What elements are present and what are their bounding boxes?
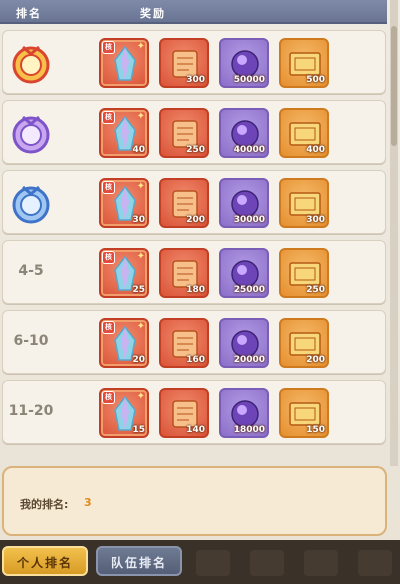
reward-item-ticket[interactable]: 500 xyxy=(279,38,329,88)
silver-medal-icon xyxy=(9,111,53,155)
reward-quantity: 40 xyxy=(132,145,145,155)
reward-item-gem[interactable]: 18000 xyxy=(219,388,269,438)
reward-item-scroll[interactable]: 140 xyxy=(159,388,209,438)
tab-decoration xyxy=(304,550,338,576)
scrollbar-thumb[interactable] xyxy=(391,26,397,146)
reward-row: 6-10 核 ✦ 20 160 20000 200 xyxy=(2,310,386,374)
core-badge: 核 xyxy=(102,251,115,264)
core-badge: 核 xyxy=(102,181,115,194)
reward-column-header: 奖励 xyxy=(140,7,166,20)
reward-quantity: 30000 xyxy=(233,215,265,225)
reward-quantity: 25 xyxy=(132,285,145,295)
core-badge: 核 xyxy=(102,391,115,404)
table-header: 排名 奖励 xyxy=(0,0,387,24)
reward-quantity: 15 xyxy=(132,425,145,435)
sparkle-icon: ✦ xyxy=(136,391,145,402)
sparkle-icon: ✦ xyxy=(136,251,145,262)
reward-item-gem[interactable]: 20000 xyxy=(219,318,269,368)
reward-item-gem[interactable]: 25000 xyxy=(219,248,269,298)
reward-item-scroll[interactable]: 250 xyxy=(159,108,209,158)
sparkle-icon: ✦ xyxy=(136,181,145,192)
reward-quantity: 140 xyxy=(186,425,205,435)
tab-team-rank[interactable]: 队伍排名 xyxy=(96,546,182,576)
rank-range: 6-10 xyxy=(13,333,49,349)
reward-row: 11-20 核 ✦ 15 140 18000 150 xyxy=(2,380,386,444)
reward-item-ticket[interactable]: 200 xyxy=(279,318,329,368)
reward-quantity: 400 xyxy=(306,145,325,155)
reward-item-ticket[interactable]: 250 xyxy=(279,248,329,298)
rank-range: 11-20 xyxy=(8,403,54,419)
reward-quantity: 150 xyxy=(306,425,325,435)
reward-quantity: 25000 xyxy=(233,285,265,295)
reward-item-gem[interactable]: 50000 xyxy=(219,38,269,88)
core-badge: 核 xyxy=(102,321,115,334)
reward-item-scroll[interactable]: 180 xyxy=(159,248,209,298)
sparkle-icon: ✦ xyxy=(136,321,145,332)
rank-range: 4-5 xyxy=(18,263,44,279)
reward-item-crystal[interactable]: 核 ✦ 25 xyxy=(99,248,149,298)
reward-item-crystal[interactable]: 核 ✦ 30 xyxy=(99,178,149,228)
reward-quantity: 200 xyxy=(306,355,325,365)
sparkle-icon: ✦ xyxy=(136,111,145,122)
reward-quantity: 500 xyxy=(306,75,325,85)
reward-row: 核 ✦ 300 50000 500 xyxy=(2,30,386,94)
bronze-medal-icon xyxy=(9,181,53,225)
reward-item-scroll[interactable]: 160 xyxy=(159,318,209,368)
reward-quantity: 160 xyxy=(186,355,205,365)
reward-quantity: 50000 xyxy=(233,75,265,85)
tab-decoration xyxy=(358,550,392,576)
reward-quantity: 200 xyxy=(186,215,205,225)
reward-quantity: 300 xyxy=(306,215,325,225)
reward-item-crystal[interactable]: 核 ✦ 15 xyxy=(99,388,149,438)
my-rank-panel: 我的排名: 3 xyxy=(2,466,387,536)
gold-medal-icon xyxy=(9,41,53,85)
rank-column-header: 排名 xyxy=(16,7,42,20)
ranking-reward-panel: 排名 奖励 核 ✦ 300 50000 500 核 ✦ 40 250 40000 400 核 ✦ 30 20… xyxy=(0,0,400,584)
reward-quantity: 250 xyxy=(186,145,205,155)
reward-row: 核 ✦ 30 200 30000 300 xyxy=(2,170,386,234)
core-badge: 核 xyxy=(102,41,115,54)
reward-row: 核 ✦ 40 250 40000 400 xyxy=(2,100,386,164)
reward-item-ticket[interactable]: 300 xyxy=(279,178,329,228)
reward-quantity: 300 xyxy=(186,75,205,85)
reward-quantity: 40000 xyxy=(233,145,265,155)
reward-quantity: 18000 xyxy=(233,425,265,435)
reward-item-crystal[interactable]: 核 ✦ xyxy=(99,38,149,88)
tab-decoration xyxy=(196,550,230,576)
core-badge: 核 xyxy=(102,111,115,124)
tab-personal-rank[interactable]: 个人排名 xyxy=(2,546,88,576)
tab-decoration xyxy=(250,550,284,576)
sparkle-icon: ✦ xyxy=(136,41,145,52)
reward-quantity: 180 xyxy=(186,285,205,295)
my-rank-value: 3 xyxy=(84,496,92,509)
reward-quantity: 20 xyxy=(132,355,145,365)
reward-row: 4-5 核 ✦ 25 180 25000 250 xyxy=(2,240,386,304)
reward-item-crystal[interactable]: 核 ✦ 20 xyxy=(99,318,149,368)
reward-item-crystal[interactable]: 核 ✦ 40 xyxy=(99,108,149,158)
reward-quantity: 250 xyxy=(306,285,325,295)
reward-item-gem[interactable]: 40000 xyxy=(219,108,269,158)
reward-quantity: 20000 xyxy=(233,355,265,365)
reward-item-scroll[interactable]: 200 xyxy=(159,178,209,228)
scrollbar[interactable] xyxy=(390,0,398,466)
tab-bar: 个人排名 队伍排名 xyxy=(0,540,400,584)
reward-quantity: 30 xyxy=(132,215,145,225)
reward-item-gem[interactable]: 30000 xyxy=(219,178,269,228)
reward-item-scroll[interactable]: 300 xyxy=(159,38,209,88)
my-rank-label: 我的排名: xyxy=(20,498,69,511)
reward-item-ticket[interactable]: 400 xyxy=(279,108,329,158)
reward-item-ticket[interactable]: 150 xyxy=(279,388,329,438)
